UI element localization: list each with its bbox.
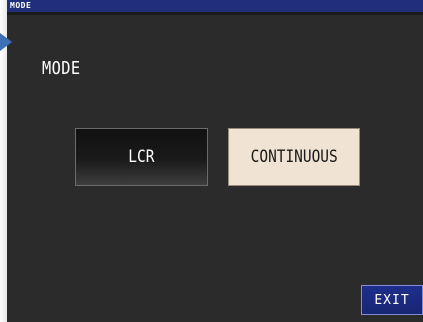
title-bar: MODE <box>7 0 423 12</box>
continuous-mode-label: CONTINUOUS <box>250 147 338 167</box>
exit-button[interactable]: EXIT <box>361 285 423 315</box>
title-bar-divider <box>7 12 423 15</box>
lcr-mode-label: LCR <box>128 147 155 167</box>
continuous-mode-button[interactable]: CONTINUOUS <box>228 128 360 186</box>
pointer-arrow-icon <box>0 33 12 51</box>
window-title: MODE <box>10 1 32 10</box>
lcr-mode-button[interactable]: LCR <box>75 128 208 186</box>
mode-screen: MODE MODE LCR CONTINUOUS EXIT <box>7 0 423 322</box>
exit-label: EXIT <box>374 292 410 308</box>
page-heading: MODE <box>42 58 81 79</box>
